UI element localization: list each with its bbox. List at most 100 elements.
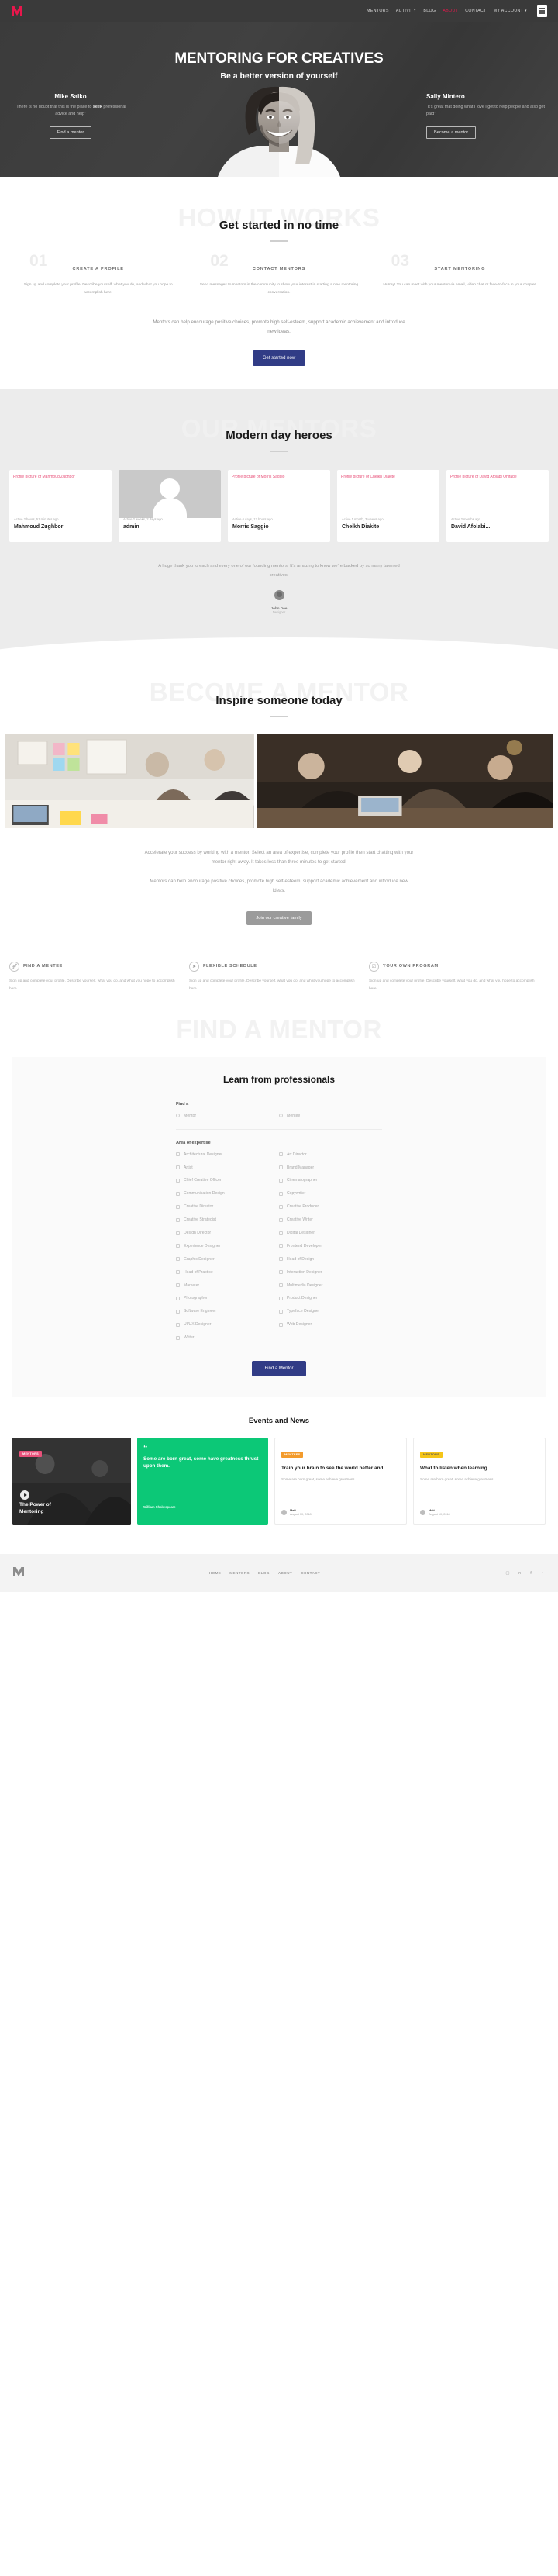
linkedin-icon[interactable]: in <box>516 1570 522 1576</box>
mentor-card[interactable]: Profile picture of David Afolabi Onifade… <box>446 470 549 543</box>
nav-item-activity[interactable]: ACTIVITY <box>396 9 417 13</box>
checkbox-square-icon[interactable] <box>176 1204 180 1209</box>
checkbox-item[interactable]: Copywriter <box>279 1191 382 1197</box>
radio-circle-icon[interactable] <box>279 1114 283 1118</box>
checkbox-square-icon[interactable] <box>279 1257 283 1262</box>
event-card-article[interactable]: MENTEES Train your brain to see the worl… <box>274 1438 407 1525</box>
checkbox-item[interactable]: Software Engineer <box>176 1309 279 1315</box>
checkbox-square-icon[interactable] <box>176 1270 180 1275</box>
checkbox-item[interactable]: Chief Creative Officer <box>176 1178 279 1184</box>
checkbox-square-icon[interactable] <box>279 1152 283 1157</box>
checkbox-square-icon[interactable] <box>279 1231 283 1235</box>
get-started-now-button[interactable]: Get started now <box>252 350 306 367</box>
find-a-mentor-submit-button[interactable]: Find a Mentor <box>252 1361 306 1377</box>
checkbox-label: Frontend Developer <box>287 1243 322 1248</box>
checkbox-square-icon[interactable] <box>279 1165 283 1170</box>
instagram-icon[interactable]: ▢ <box>505 1570 511 1576</box>
checkbox-item[interactable]: Photographer <box>176 1296 279 1302</box>
event-card-article[interactable]: MENTORS What to listen when learning Som… <box>413 1438 546 1525</box>
facebook-icon[interactable]: f <box>528 1570 534 1576</box>
checkbox-square-icon[interactable] <box>176 1244 180 1248</box>
checkbox-square-icon[interactable] <box>176 1309 180 1314</box>
checkbox-square-icon[interactable] <box>279 1204 283 1209</box>
become-a-mentor-button[interactable]: Become a mentor <box>426 126 477 139</box>
find-a-mentor-button[interactable]: Find a mentor <box>49 126 92 139</box>
checkbox-item[interactable]: Multimedia Designer <box>279 1283 382 1290</box>
checkbox-square-icon[interactable] <box>176 1178 180 1183</box>
checkbox-item[interactable]: Creative Writer <box>279 1217 382 1224</box>
play-button-icon[interactable] <box>20 1490 29 1500</box>
checkbox-square-icon[interactable] <box>279 1283 283 1288</box>
footer-link-blog[interactable]: BLOG <box>258 1571 270 1575</box>
checkbox-square-icon[interactable] <box>176 1283 180 1288</box>
checkbox-item[interactable]: Head of Design <box>279 1257 382 1263</box>
checkbox-square-icon[interactable] <box>176 1296 180 1300</box>
mentor-card[interactable]: Profile picture of Cheikh Diakite Active… <box>337 470 439 543</box>
checkbox-square-icon[interactable] <box>176 1335 180 1340</box>
checkbox-square-icon[interactable] <box>176 1191 180 1196</box>
nav-item-contact[interactable]: CONTACT <box>465 9 487 13</box>
checkbox-item[interactable]: Frontend Developer <box>279 1244 382 1250</box>
radio-option-mentee[interactable]: Mentee <box>279 1114 382 1118</box>
gallery-image-meeting <box>256 733 553 828</box>
checkbox-square-icon[interactable] <box>176 1257 180 1262</box>
checkbox-item[interactable]: Interaction Designer <box>279 1270 382 1276</box>
hero-title: MENTORING FOR CREATIVES <box>174 50 384 67</box>
checkbox-square-icon[interactable] <box>279 1244 283 1248</box>
mentor-card[interactable]: Profile picture of Morris Saggio Active … <box>228 470 330 543</box>
checkbox-square-icon[interactable] <box>279 1191 283 1196</box>
checkbox-square-icon[interactable] <box>279 1270 283 1275</box>
checkbox-item[interactable]: Architectural Designer <box>176 1152 279 1159</box>
checkbox-item[interactable]: Graphic Designer <box>176 1257 279 1263</box>
footer-link-mentors[interactable]: MENTORS <box>229 1571 250 1575</box>
checkbox-item[interactable]: Writer <box>176 1335 279 1342</box>
footer-link-contact[interactable]: CONTACT <box>301 1571 320 1575</box>
radio-option-mentor[interactable]: Mentor <box>176 1114 279 1118</box>
checkbox-item[interactable]: Communication Design <box>176 1191 279 1197</box>
checkbox-item[interactable]: Design Director <box>176 1231 279 1237</box>
checkbox-square-icon[interactable] <box>279 1296 283 1300</box>
checkbox-square-icon[interactable] <box>176 1217 180 1222</box>
event-card-video[interactable]: MENTORS The Power of Mentoring <box>12 1438 131 1525</box>
checkbox-item[interactable]: Brand Manager <box>279 1165 382 1172</box>
checkbox-item[interactable]: Head of Practice <box>176 1270 279 1276</box>
checkbox-square-icon[interactable] <box>279 1217 283 1222</box>
become-paragraph-2: Mentors can help encourage positive choi… <box>150 878 408 894</box>
m-logo-icon[interactable] <box>12 1566 25 1580</box>
event-card-quote[interactable]: “ Some are born great, some have greatne… <box>137 1438 268 1525</box>
join-creative-family-button[interactable]: Join our creative family <box>246 910 312 925</box>
checkbox-item[interactable]: Cinematographer <box>279 1178 382 1184</box>
twitter-icon[interactable]: ᵕ <box>539 1570 546 1576</box>
checkbox-item[interactable]: Art Director <box>279 1152 382 1159</box>
checkbox-square-icon[interactable] <box>279 1322 283 1327</box>
nav-item-about[interactable]: ABOUT <box>443 9 458 13</box>
hamburger-icon[interactable] <box>537 5 547 17</box>
m-logo-icon[interactable] <box>11 5 23 16</box>
checkbox-item[interactable]: Creative Director <box>176 1204 279 1210</box>
checkbox-square-icon[interactable] <box>176 1152 180 1157</box>
footer-link-home[interactable]: HOME <box>209 1571 221 1575</box>
footer-link-about[interactable]: ABOUT <box>278 1571 292 1575</box>
checkbox-item[interactable]: UI/UX Designer <box>176 1322 279 1328</box>
checkbox-square-icon[interactable] <box>279 1309 283 1314</box>
nav-item-my-account[interactable]: MY ACCOUNT ▾ <box>494 9 527 13</box>
checkbox-item[interactable]: Experience Designer <box>176 1244 279 1250</box>
checkbox-item[interactable]: Creative Strategist <box>176 1217 279 1224</box>
checkbox-square-icon[interactable] <box>176 1165 180 1170</box>
checkbox-square-icon[interactable] <box>176 1231 180 1235</box>
nav-item-blog[interactable]: BLOG <box>423 9 436 13</box>
radio-circle-icon[interactable] <box>176 1114 180 1118</box>
checkbox-item[interactable]: Marketer <box>176 1283 279 1290</box>
checkbox-item[interactable]: Creative Producer <box>279 1204 382 1210</box>
checkbox-item[interactable]: Product Designer <box>279 1296 382 1302</box>
checkbox-item[interactable]: Digital Designer <box>279 1231 382 1237</box>
checkbox-square-icon[interactable] <box>279 1178 283 1183</box>
checkbox-item[interactable]: Artist <box>176 1165 279 1172</box>
mentor-card[interactable]: Profile picture of Mahmoud Zughbor Activ… <box>9 470 112 543</box>
checkbox-square-icon[interactable] <box>176 1322 180 1327</box>
nav-item-mentors[interactable]: MENTORS <box>367 9 389 13</box>
checkbox-item[interactable]: Web Designer <box>279 1322 382 1328</box>
event-byline: Matt August 10, 2018 <box>290 1509 312 1517</box>
mentor-card[interactable]: Active 2 weeks, 2 days ago admin <box>119 470 221 543</box>
checkbox-item[interactable]: Typeface Designer <box>279 1309 382 1315</box>
